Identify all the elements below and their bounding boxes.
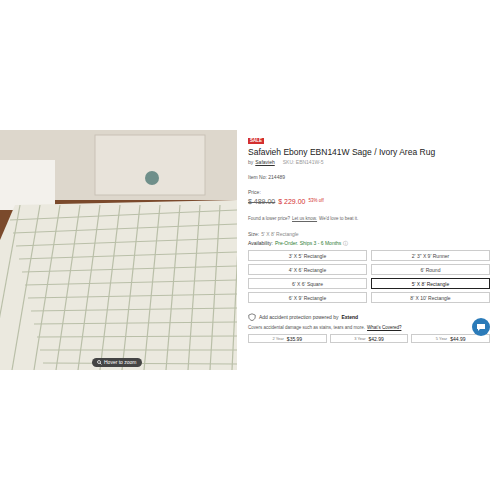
size-option[interactable]: 2' 3" X 9' Runner bbox=[371, 250, 490, 261]
sale-badge: SALE bbox=[248, 138, 264, 144]
plan-row: 2 Year$35.993 Year$42.995 Year$44.99 bbox=[248, 334, 490, 343]
size-option[interactable]: 3' X 5' Rectangle bbox=[248, 250, 367, 261]
page: Hover to zoom SALE Safavieh Ebony EBN141W … bbox=[0, 0, 500, 500]
zoom-hint: Hover to zoom bbox=[92, 358, 142, 368]
item-number: Item No: 214489 bbox=[248, 174, 490, 181]
size-line: Size:5' X 8' Rectangle bbox=[248, 231, 490, 238]
size-option[interactable]: 5' X 8' Rectangle bbox=[371, 278, 490, 289]
zoom-icon bbox=[97, 360, 102, 365]
size-option[interactable]: 6' Round bbox=[371, 264, 490, 275]
info-icon[interactable]: ⓘ bbox=[343, 240, 348, 247]
price-match: Found a lower price?Let us know.We'd lov… bbox=[248, 216, 490, 222]
availability-line: Availability:Pre-Order. Ships 3 - 6 Mont… bbox=[248, 240, 490, 247]
plan-option[interactable]: 2 Year$35.99 bbox=[248, 334, 327, 343]
extend-logo: Extend bbox=[342, 314, 359, 321]
product-title: Safavieh Ebony EBN141W Sage / Ivory Area… bbox=[248, 147, 490, 157]
chat-button[interactable] bbox=[472, 318, 490, 336]
size-option[interactable]: 6' X 9' Rectangle bbox=[248, 292, 367, 303]
product-info: SALE Safavieh Ebony EBN141W Sage / Ivory … bbox=[248, 130, 490, 343]
chat-icon bbox=[476, 323, 486, 332]
old-price: $ 489.00 bbox=[248, 197, 275, 206]
covered-link[interactable]: What's Covered? bbox=[367, 325, 401, 331]
size-grid: 3' X 5' Rectangle 2' 3" X 9' Runner 4' X 6… bbox=[248, 250, 490, 303]
price-label: Price: bbox=[248, 189, 490, 196]
discount: 53% off bbox=[309, 198, 324, 204]
new-price: $ 229.00 bbox=[278, 197, 305, 206]
brand-link[interactable]: Safavieh bbox=[255, 159, 274, 166]
rug-photo bbox=[0, 130, 237, 370]
protection-row: Add accident protection powered byExtend bbox=[248, 313, 490, 321]
brand-line: bySafaviehSKU: EBN141W-5 bbox=[248, 159, 490, 166]
photo-panel[interactable]: Hover to zoom bbox=[0, 130, 237, 370]
size-option[interactable]: 4' X 6' Rectangle bbox=[248, 264, 367, 275]
shield-icon bbox=[248, 313, 256, 321]
plan-option[interactable]: 3 Year$42.99 bbox=[330, 334, 409, 343]
size-option[interactable]: 6' X 6' Square bbox=[248, 278, 367, 289]
price-match-link[interactable]: Let us know. bbox=[292, 216, 317, 222]
size-option[interactable]: 8' X 10' Rectangle bbox=[371, 292, 490, 303]
product-section: Hover to zoom SALE Safavieh Ebony EBN141W … bbox=[0, 130, 500, 370]
protection-covers: Covers accidental damage such as stains,… bbox=[248, 325, 490, 331]
price-row: $ 489.00$ 229.00 53% off bbox=[248, 197, 490, 206]
